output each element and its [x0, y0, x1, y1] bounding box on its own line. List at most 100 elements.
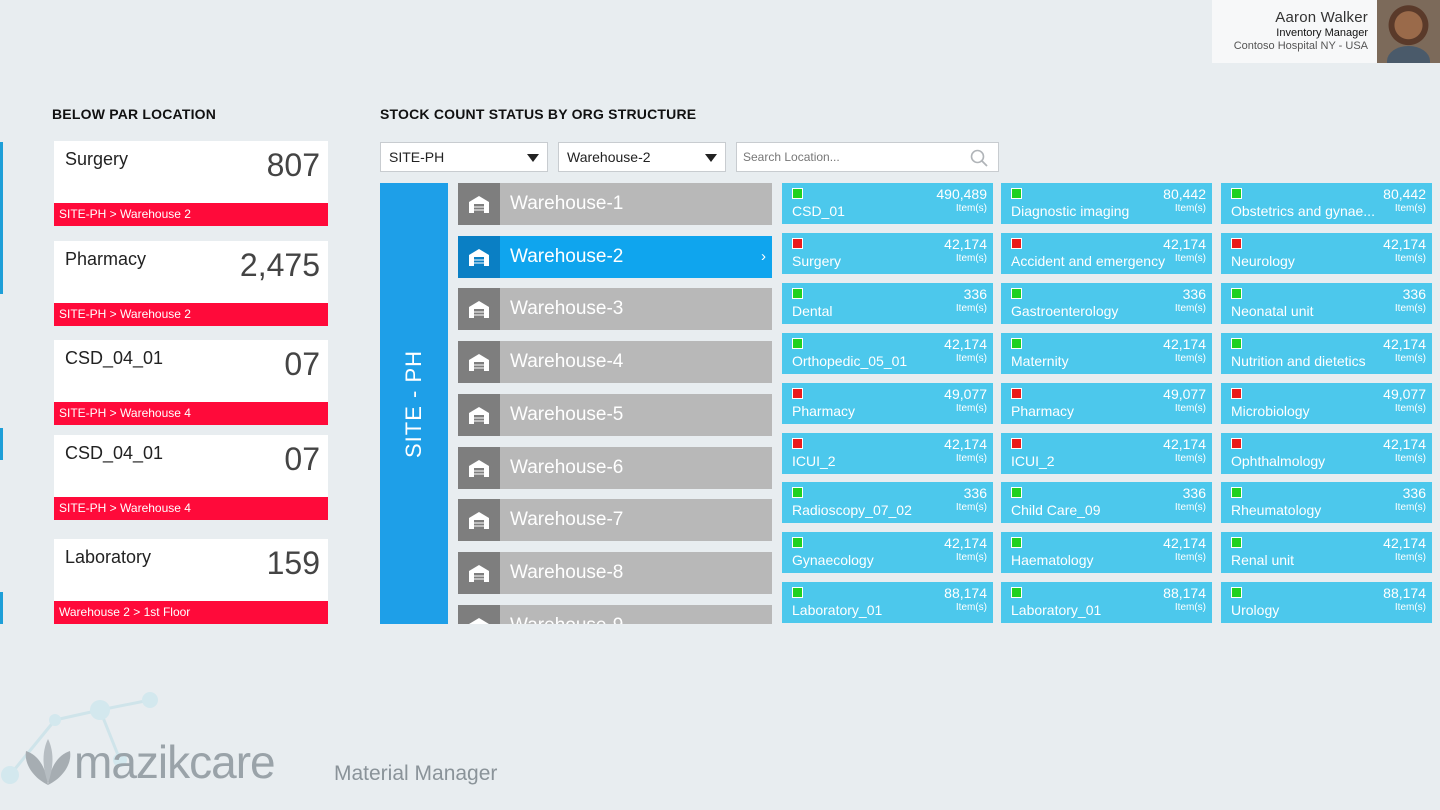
department-name: Pharmacy [792, 403, 856, 419]
item-count: 42,174 [944, 436, 987, 452]
warehouse-item[interactable]: Warehouse-4 [458, 341, 772, 383]
warehouse-item[interactable]: Warehouse-6 [458, 447, 772, 489]
department-name: ICUI_2 [1011, 453, 1055, 469]
department-name: Laboratory_01 [1011, 602, 1102, 618]
department-tile[interactable]: Radioscopy_07_02 336 Item(s) [782, 482, 993, 523]
department-tile[interactable]: Pharmacy 49,077 Item(s) [782, 383, 993, 424]
item-unit: Item(s) [1394, 203, 1426, 214]
department-tile[interactable]: Nutrition and dietetics 42,174 Item(s) [1221, 333, 1432, 374]
department-tile[interactable]: Accident and emergency 42,174 Item(s) [1001, 233, 1212, 274]
par-card[interactable]: CSD_04_01 07 SITE-PH > Warehouse 4 [54, 340, 328, 425]
par-count: 159 [266, 545, 320, 581]
department-name: Maternity [1011, 353, 1069, 369]
warehouse-item[interactable]: Warehouse-8 [458, 552, 772, 594]
warehouse-icon-box [458, 552, 500, 594]
department-tile[interactable]: ICUI_2 42,174 Item(s) [782, 433, 993, 474]
department-name: Accident and emergency [1011, 253, 1166, 269]
department-tile[interactable]: Surgery 42,174 Item(s) [782, 233, 993, 274]
item-unit: Item(s) [955, 453, 987, 464]
status-indicator-icon [792, 188, 803, 199]
item-unit: Item(s) [1174, 502, 1206, 513]
par-count: 807 [266, 147, 320, 183]
leaf-logo-icon [25, 739, 71, 785]
par-location-name: Surgery [65, 149, 129, 169]
user-panel[interactable]: Aaron Walker Inventory Manager Contoso H… [1212, 0, 1440, 63]
warehouse-icon-box [458, 183, 500, 225]
item-count: 336 [1402, 485, 1426, 501]
department-tile[interactable]: Obstetrics and gynae... 80,442 Item(s) [1221, 183, 1432, 224]
department-tile[interactable]: Orthopedic_05_01 42,174 Item(s) [782, 333, 993, 374]
status-indicator-icon [1231, 188, 1242, 199]
site-label: SITE - PH [401, 349, 426, 458]
warehouse-icon-box [458, 605, 500, 624]
department-tile[interactable]: Dental 336 Item(s) [782, 283, 993, 324]
search-icon[interactable] [970, 149, 988, 167]
warehouse-item[interactable]: Warehouse-7 [458, 499, 772, 541]
par-card[interactable]: CSD_04_01 07 SITE-PH > Warehouse 4 [54, 435, 328, 520]
par-card[interactable]: Pharmacy 2,475 SITE-PH > Warehouse 2 [54, 241, 328, 326]
item-unit: Item(s) [955, 552, 987, 563]
item-count: 336 [963, 485, 987, 501]
chevron-right-icon: › [761, 248, 766, 265]
user-name: Aaron Walker [1275, 9, 1368, 26]
department-name: Gastroenterology [1011, 303, 1119, 319]
warehouse-item[interactable]: Warehouse-3 [458, 288, 772, 330]
item-count: 42,174 [944, 535, 987, 551]
warehouse-item[interactable]: Warehouse-9 [458, 605, 772, 624]
department-tile[interactable]: Haematology 42,174 Item(s) [1001, 532, 1212, 573]
department-tile[interactable]: Maternity 42,174 Item(s) [1001, 333, 1212, 374]
department-tile[interactable]: Laboratory_01 88,174 Item(s) [782, 582, 993, 623]
warehouse-icon [469, 460, 489, 477]
department-tile[interactable]: Gynaecology 42,174 Item(s) [782, 532, 993, 573]
status-indicator-icon [1011, 238, 1022, 249]
warehouse-item[interactable]: Warehouse-2 › [458, 236, 772, 278]
status-indicator-icon [792, 487, 803, 498]
par-card[interactable]: Surgery 807 SITE-PH > Warehouse 2 [54, 141, 328, 226]
item-count: 336 [963, 286, 987, 302]
user-org: Contoso Hospital NY - USA [1233, 40, 1368, 53]
item-unit: Item(s) [1174, 353, 1206, 364]
status-indicator-icon [792, 388, 803, 399]
department-tile[interactable]: Laboratory_01 88,174 Item(s) [1001, 582, 1212, 623]
item-count: 80,442 [1383, 186, 1426, 202]
department-name: Gynaecology [792, 552, 874, 568]
warehouse-select[interactable]: Warehouse-2 [558, 142, 726, 172]
department-tile[interactable]: Gastroenterology 336 Item(s) [1001, 283, 1212, 324]
user-role: Inventory Manager [1276, 27, 1368, 39]
department-tile[interactable]: Neonatal unit 336 Item(s) [1221, 283, 1432, 324]
department-tile[interactable]: Renal unit 42,174 Item(s) [1221, 532, 1432, 573]
department-tile[interactable]: Child Care_09 336 Item(s) [1001, 482, 1212, 523]
department-tile[interactable]: ICUI_2 42,174 Item(s) [1001, 433, 1212, 474]
department-tile[interactable]: Rheumatology 336 Item(s) [1221, 482, 1432, 523]
warehouse-icon [469, 407, 489, 424]
department-tile[interactable]: Diagnostic imaging 80,442 Item(s) [1001, 183, 1212, 224]
warehouse-icon-box [458, 394, 500, 436]
department-tile[interactable]: Microbiology 49,077 Item(s) [1221, 383, 1432, 424]
warehouse-item[interactable]: Warehouse-5 [458, 394, 772, 436]
item-unit: Item(s) [1394, 602, 1426, 613]
status-indicator-icon [792, 288, 803, 299]
site-bar[interactable]: SITE - PH [380, 183, 448, 624]
par-card[interactable]: Laboratory 159 Warehouse 2 > 1st Floor [54, 539, 328, 624]
department-tile[interactable]: CSD_01 490,489 Item(s) [782, 183, 993, 224]
search-location[interactable] [736, 142, 999, 172]
department-name: Urology [1231, 602, 1280, 618]
department-tile[interactable]: Ophthalmology 42,174 Item(s) [1221, 433, 1432, 474]
warehouse-icon [469, 565, 489, 582]
avatar[interactable] [1377, 0, 1440, 63]
department-tile[interactable]: Neurology 42,174 Item(s) [1221, 233, 1432, 274]
status-indicator-icon [1231, 238, 1242, 249]
site-select[interactable]: SITE-PH [380, 142, 548, 172]
item-unit: Item(s) [1394, 353, 1426, 364]
item-count: 42,174 [1163, 236, 1206, 252]
par-location-name: Laboratory [65, 547, 152, 567]
department-name: Neonatal unit [1231, 303, 1314, 319]
search-input[interactable] [737, 143, 957, 171]
department-tile[interactable]: Urology 88,174 Item(s) [1221, 582, 1432, 623]
edge-accent [0, 142, 3, 294]
item-unit: Item(s) [955, 253, 987, 264]
item-unit: Item(s) [1174, 303, 1206, 314]
department-name: Neurology [1231, 253, 1295, 269]
department-tile[interactable]: Pharmacy 49,077 Item(s) [1001, 383, 1212, 424]
warehouse-item[interactable]: Warehouse-1 [458, 183, 772, 225]
